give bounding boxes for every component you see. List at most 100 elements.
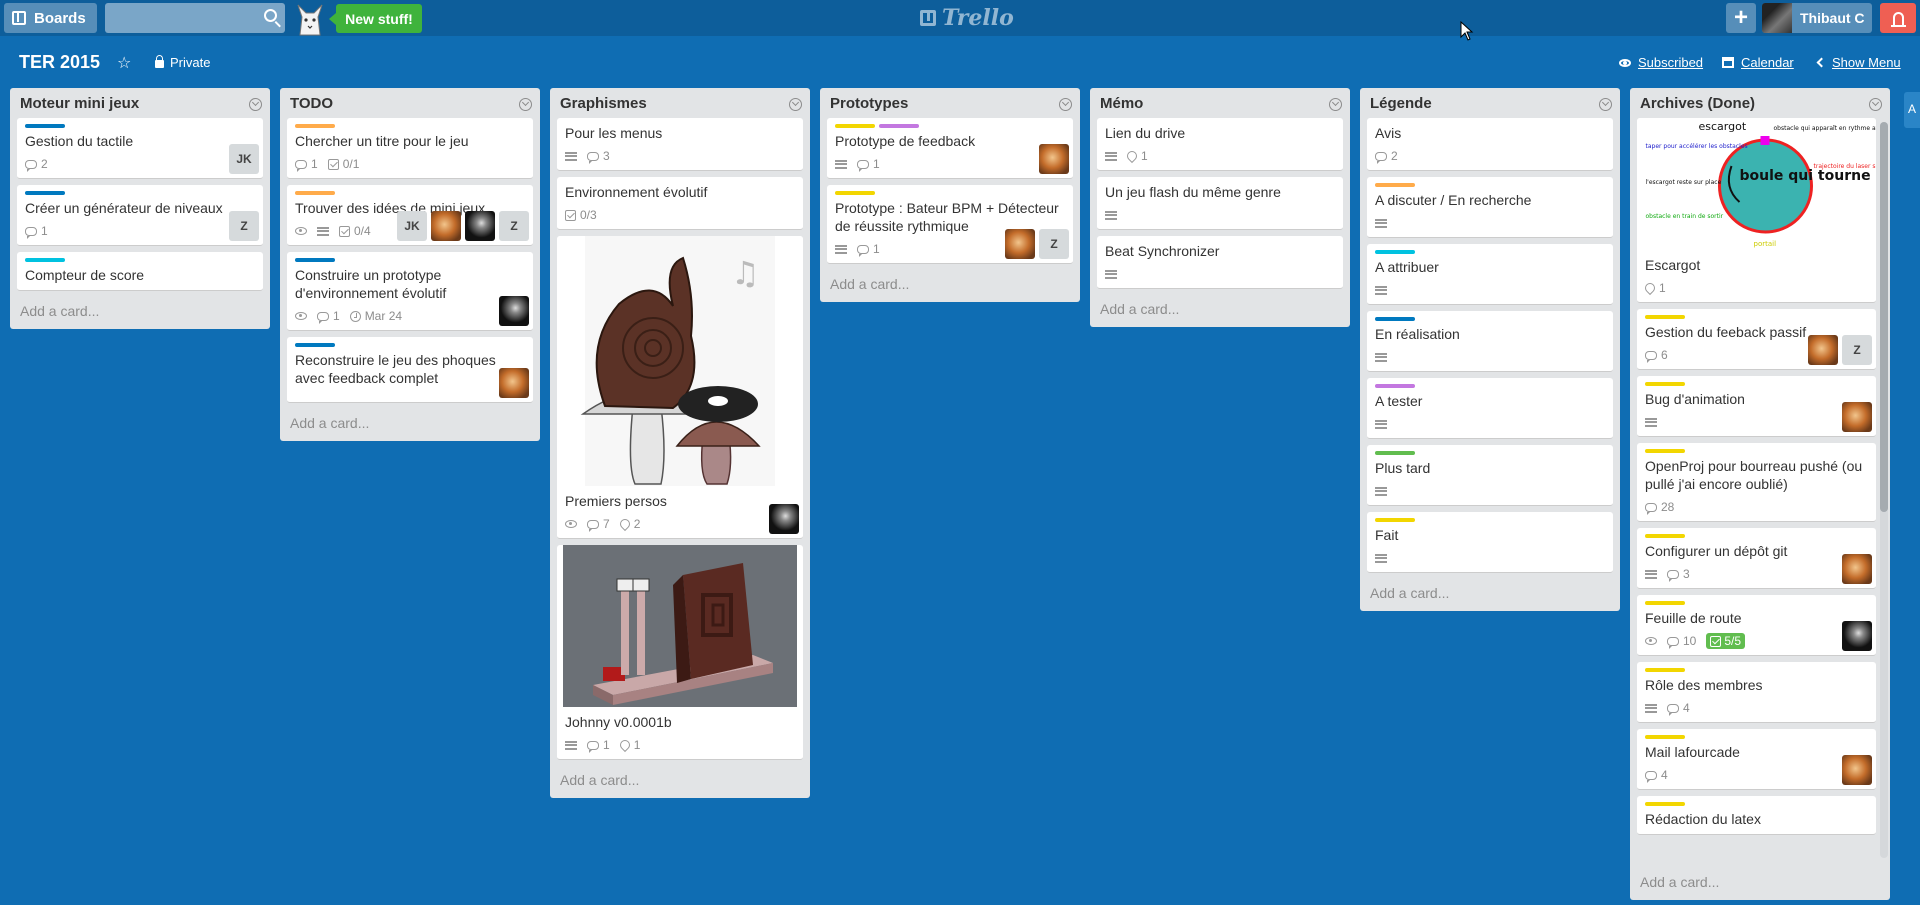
list-menu-icon[interactable] bbox=[1599, 98, 1612, 111]
card-title: Créer un générateur de niveaux bbox=[25, 200, 223, 216]
list-title[interactable]: Moteur mini jeux bbox=[20, 95, 139, 112]
card[interactable]: Bug d'animation bbox=[1637, 376, 1876, 437]
card[interactable]: Reconstruire le jeu des phoques avec fee… bbox=[287, 337, 533, 403]
card[interactable]: A discuter / En recherche bbox=[1367, 177, 1613, 238]
list-title[interactable]: Prototypes bbox=[830, 95, 908, 112]
card[interactable]: OpenProj pour bourreau pushé (ou pullé j… bbox=[1637, 443, 1876, 522]
member-avatar[interactable] bbox=[1842, 402, 1872, 432]
card[interactable]: Créer un générateur de niveaux 1 Z bbox=[17, 185, 263, 246]
list-title[interactable]: Archives (Done) bbox=[1640, 95, 1755, 112]
card[interactable]: Un jeu flash du même genre bbox=[1097, 177, 1343, 230]
card[interactable]: Trouver des idées de mini jeux 0/4 JK Z bbox=[287, 185, 533, 246]
list-menu-icon[interactable] bbox=[1869, 98, 1882, 111]
sidebar-tab[interactable]: A bbox=[1904, 92, 1920, 128]
member-avatar[interactable] bbox=[769, 504, 799, 534]
boards-button[interactable]: Boards bbox=[4, 3, 97, 33]
check-icon bbox=[339, 225, 350, 237]
member-avatar[interactable] bbox=[1039, 144, 1069, 174]
add-button[interactable]: + bbox=[1726, 3, 1756, 33]
list-title[interactable]: Légende bbox=[1370, 95, 1432, 112]
card[interactable]: Plus tard bbox=[1367, 445, 1613, 506]
member-avatar[interactable] bbox=[499, 368, 529, 398]
subscribed-link[interactable]: Subscribed bbox=[1619, 55, 1703, 70]
card[interactable]: ♫ Premiers persos 7 2 bbox=[557, 236, 803, 539]
member-avatar[interactable] bbox=[1005, 229, 1035, 259]
list-title[interactable]: Mémo bbox=[1100, 95, 1143, 112]
badge-count: Mar 24 bbox=[364, 309, 403, 323]
member-avatar[interactable] bbox=[1842, 621, 1872, 651]
card[interactable]: Pour les menus 3 bbox=[557, 118, 803, 171]
label-purple bbox=[879, 124, 919, 128]
list-title[interactable]: Graphismes bbox=[560, 95, 647, 112]
card[interactable]: Fait bbox=[1367, 512, 1613, 573]
list-menu-icon[interactable] bbox=[1059, 98, 1072, 111]
member-avatar[interactable]: Z bbox=[499, 211, 529, 241]
add-card-link[interactable]: Add a card... bbox=[1630, 868, 1729, 900]
list-menu-icon[interactable] bbox=[519, 98, 532, 111]
member-avatar[interactable]: Z bbox=[229, 211, 259, 241]
add-card-link[interactable]: Add a card... bbox=[820, 270, 1080, 302]
card[interactable]: Feuille de route 10 5/5 bbox=[1637, 595, 1876, 656]
card[interactable]: Construire un prototype d'environnement … bbox=[287, 252, 533, 331]
card[interactable]: En réalisation bbox=[1367, 311, 1613, 372]
card[interactable]: Gestion du feeback passif 6 Z bbox=[1637, 309, 1876, 370]
card[interactable]: Avis 2 bbox=[1367, 118, 1613, 171]
member-avatar[interactable] bbox=[1808, 335, 1838, 365]
badge-count: 1 bbox=[333, 309, 340, 323]
notifications-button[interactable] bbox=[1880, 3, 1916, 33]
card[interactable]: Beat Synchronizer bbox=[1097, 236, 1343, 289]
card[interactable]: Compteur de score bbox=[17, 252, 263, 291]
user-menu-button[interactable]: Thibaut C bbox=[1762, 3, 1872, 33]
desc-badge bbox=[565, 151, 577, 161]
card[interactable]: Rôle des membres 4 bbox=[1637, 662, 1876, 723]
member-avatar[interactable]: Z bbox=[1039, 229, 1069, 259]
member-avatar[interactable] bbox=[499, 296, 529, 326]
card-badges: 2 bbox=[25, 156, 255, 172]
add-card-link[interactable]: Add a card... bbox=[550, 766, 810, 798]
add-card-link[interactable]: Add a card... bbox=[280, 409, 540, 441]
card[interactable]: Gestion du tactile 2 JK bbox=[17, 118, 263, 179]
card[interactable]: A tester bbox=[1367, 378, 1613, 439]
list-7: Archives (Done) escargot boule qui tourn… bbox=[1630, 88, 1890, 900]
show-menu-link[interactable]: Show Menu bbox=[1816, 55, 1901, 70]
member-avatar[interactable]: Z bbox=[1842, 335, 1872, 365]
card[interactable]: Mail lafourcade 4 bbox=[1637, 729, 1876, 790]
member-avatar[interactable] bbox=[1842, 755, 1872, 785]
new-stuff-button[interactable]: New stuff! bbox=[329, 4, 422, 33]
add-card-link[interactable]: Add a card... bbox=[10, 297, 270, 329]
list-menu-icon[interactable] bbox=[789, 98, 802, 111]
list-title[interactable]: TODO bbox=[290, 95, 333, 112]
member-avatar[interactable] bbox=[465, 211, 495, 241]
taco-mascot-icon[interactable] bbox=[292, 1, 328, 37]
add-card-link[interactable]: Add a card... bbox=[1360, 579, 1620, 611]
member-avatar[interactable]: JK bbox=[397, 211, 427, 241]
add-card-link[interactable]: Add a card... bbox=[1090, 295, 1350, 327]
card[interactable]: Lien du drive 1 bbox=[1097, 118, 1343, 171]
search-input[interactable] bbox=[105, 3, 255, 33]
card[interactable]: Prototype : Bateur BPM + Détecteur de ré… bbox=[827, 185, 1073, 264]
list-menu-icon[interactable] bbox=[249, 98, 262, 111]
board-title[interactable]: TER 2015 bbox=[19, 52, 100, 73]
list-menu-icon[interactable] bbox=[1329, 98, 1342, 111]
card[interactable]: Configurer un dépôt git 3 bbox=[1637, 528, 1876, 589]
comment-icon bbox=[857, 244, 869, 257]
search-icon[interactable] bbox=[264, 9, 277, 22]
calendar-link[interactable]: Calendar bbox=[1722, 55, 1794, 70]
comment-icon bbox=[1667, 636, 1679, 649]
card[interactable]: Rédaction du latex bbox=[1637, 796, 1876, 835]
member-avatar[interactable] bbox=[431, 211, 461, 241]
card[interactable]: Johnny v0.0001b 1 1 bbox=[557, 545, 803, 760]
card[interactable]: Chercher un titre pour le jeu 1 0/1 bbox=[287, 118, 533, 179]
star-icon[interactable]: ☆ bbox=[117, 53, 131, 73]
search-box[interactable] bbox=[105, 3, 285, 33]
card[interactable]: Prototype de feedback 1 bbox=[827, 118, 1073, 179]
card[interactable]: Environnement évolutif 0/3 bbox=[557, 177, 803, 230]
trello-logo[interactable]: Trello bbox=[920, 5, 1014, 31]
list-scrollbar[interactable] bbox=[1880, 122, 1888, 858]
card[interactable]: A attribuer bbox=[1367, 244, 1613, 305]
desc-badge bbox=[1375, 553, 1387, 563]
privacy-button[interactable]: Private bbox=[155, 55, 210, 70]
card[interactable]: escargot boule qui tourne taper pour acc… bbox=[1637, 118, 1876, 303]
member-avatar[interactable]: JK bbox=[229, 144, 259, 174]
member-avatar[interactable] bbox=[1842, 554, 1872, 584]
